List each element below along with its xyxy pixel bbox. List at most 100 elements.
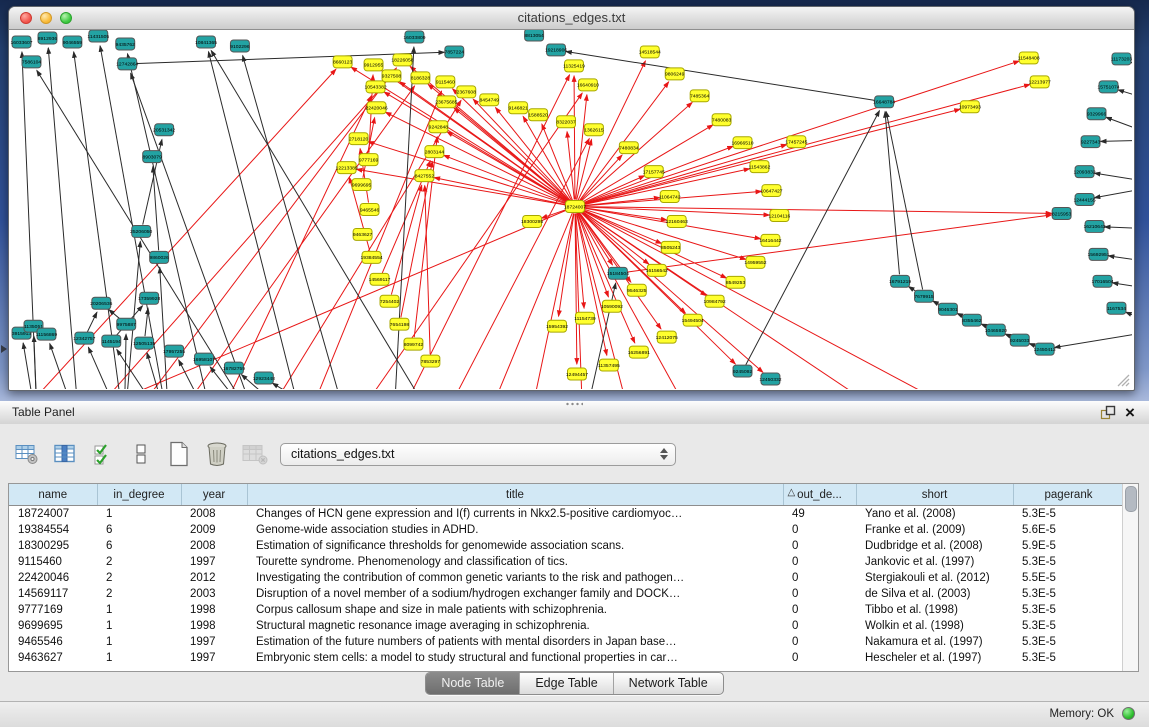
graph-node[interactable]: 7480834 [619, 142, 639, 154]
table-cell[interactable]: Franke et al. (2009) [856, 522, 1013, 538]
graph-edge[interactable] [487, 213, 572, 389]
table-cell[interactable]: 1 [97, 650, 181, 666]
graph-node[interactable]: 2718120 [349, 133, 369, 145]
table-cell[interactable]: Stergiakouli et al. (2012) [856, 570, 1013, 586]
tab-node-table[interactable]: Node Table [426, 673, 519, 694]
column-header-name[interactable]: name [9, 484, 97, 506]
graph-node[interactable]: 9777169 [359, 154, 379, 166]
graph-node[interactable]: 20531342 [153, 124, 175, 136]
table-cell[interactable]: 1997 [181, 554, 247, 570]
graph-edge[interactable] [363, 118, 375, 178]
graph-node[interactable]: 7853297 [421, 355, 441, 367]
table-cell[interactable]: 1997 [181, 650, 247, 666]
table-row[interactable]: 946554611997Estimation of the future num… [9, 634, 1124, 650]
graph-node[interactable]: 9435762 [116, 38, 136, 50]
table-cell[interactable]: 5.9E-5 [1013, 538, 1124, 554]
graph-node[interactable]: 12213977 [1029, 76, 1051, 88]
graph-node[interactable]: 7586104 [22, 56, 42, 68]
table-cell[interactable]: 5.3E-5 [1013, 506, 1124, 523]
network-canvas[interactable]: 1872400786601239912955182260589327508105… [9, 30, 1132, 389]
delete-button[interactable] [202, 439, 231, 468]
graph-node[interactable]: 11543862 [749, 161, 771, 173]
graph-node[interactable]: 8454749 [480, 94, 500, 106]
graph-node[interactable]: 12450412 [1034, 343, 1056, 355]
graph-node[interactable]: 8355462 [962, 314, 982, 326]
graph-edge[interactable] [208, 52, 302, 389]
graph-node[interactable]: 18300295 [521, 215, 543, 227]
graph-node[interactable]: 9242848 [429, 121, 449, 133]
graph-edge[interactable] [368, 142, 568, 205]
table-row[interactable]: 969969511998Structural magnetic resonanc… [9, 618, 1124, 634]
graph-edge[interactable] [1108, 256, 1132, 264]
graph-node[interactable]: 16256891 [628, 346, 650, 358]
table-cell[interactable]: 0 [783, 538, 856, 554]
table-cell[interactable]: Estimation of the future numbers of pati… [247, 634, 783, 650]
graph-edge[interactable] [1106, 117, 1132, 137]
zoom-window-button[interactable] [60, 12, 72, 24]
table-cell[interactable]: 0 [783, 554, 856, 570]
graph-edge[interactable] [272, 383, 342, 389]
graph-node[interactable]: 18226058 [391, 54, 413, 66]
table-cell[interactable]: de Silva et al. (2003) [856, 586, 1013, 602]
graph-node[interactable]: 16156542 [646, 264, 668, 276]
graph-node[interactable]: 11156869 [36, 328, 58, 340]
graph-node[interactable]: 10590092 [601, 300, 623, 312]
graph-node[interactable]: 9806249 [665, 68, 685, 80]
graph-node[interactable]: 10647427 [760, 185, 782, 197]
table-cell[interactable]: 9465546 [9, 634, 97, 650]
graph-edge[interactable] [574, 76, 575, 200]
table-cell[interactable]: Tibbo et al. (1998) [856, 602, 1013, 618]
graph-edge[interactable] [885, 112, 899, 275]
graph-node[interactable]: 9465546 [360, 204, 380, 216]
graph-edge[interactable] [582, 208, 667, 220]
graph-node[interactable]: 12093832 [1074, 166, 1096, 178]
graph-edge[interactable] [1112, 283, 1132, 290]
table-cell[interactable]: 1 [97, 602, 181, 618]
graph-node[interactable]: 9245092 [733, 365, 753, 377]
table-cell[interactable]: Disruption of a novel member of a sodium… [247, 586, 783, 602]
graph-node[interactable]: 8912936 [38, 32, 58, 44]
select-all-button[interactable] [88, 439, 117, 468]
graph-node[interactable]: 16782759 [223, 362, 245, 374]
column-header-short[interactable]: short [856, 484, 1013, 506]
table-selector-dropdown[interactable]: citations_edges.txt [280, 443, 676, 466]
table-cell[interactable]: 6 [97, 522, 181, 538]
table-cell[interactable]: 2 [97, 570, 181, 586]
window-titlebar[interactable]: citations_edges.txt [9, 7, 1134, 30]
table-row[interactable]: 946362711997Embryonic stem cells: a mode… [9, 650, 1124, 666]
close-panel-button[interactable]: × [1121, 404, 1139, 421]
graph-node[interactable]: 8322037 [556, 116, 576, 128]
graph-node[interactable]: 14569117 [369, 273, 391, 285]
graph-node[interactable]: 7480083 [712, 114, 732, 126]
graph-node[interactable]: 12923448 [253, 372, 275, 384]
graph-node[interactable]: 12450332 [759, 373, 781, 385]
graph-node[interactable]: 1167534 [1107, 302, 1126, 314]
graph-edge[interactable] [84, 83, 385, 389]
graph-node[interactable]: 15751074 [1097, 81, 1119, 93]
graph-node[interactable]: 16210643 [1083, 220, 1105, 232]
graph-node[interactable]: 15494504 [682, 314, 704, 326]
graph-edge[interactable] [1055, 330, 1132, 347]
table-row[interactable]: 1830029562008Estimation of significance … [9, 538, 1124, 554]
graph-node[interactable]: 15692951 [1087, 248, 1109, 260]
graph-node[interactable]: 9146821 [508, 102, 528, 114]
graph-node[interactable]: 19384554 [360, 251, 382, 263]
table-cell[interactable]: 2003 [181, 586, 247, 602]
table-cell[interactable]: 1998 [181, 602, 247, 618]
graph-node[interactable]: 8186328 [411, 72, 431, 84]
tab-edge-table[interactable]: Edge Table [519, 673, 612, 694]
table-scrollbar[interactable] [1122, 484, 1138, 671]
graph-node[interactable]: 8549253 [726, 276, 746, 288]
graph-edge[interactable] [886, 112, 922, 290]
graph-node[interactable]: 8215953 [1052, 208, 1072, 220]
graph-node[interactable]: 9463627 [353, 228, 373, 240]
graph-edge[interactable] [353, 93, 583, 389]
table-cell[interactable]: 2 [97, 586, 181, 602]
graph-edge[interactable] [125, 241, 141, 389]
table-row[interactable]: 1456911722003Disruption of a novel membe… [9, 586, 1124, 602]
graph-node[interactable]: 22420046 [365, 102, 387, 114]
table-row[interactable]: 1938455462009Genome-wide association stu… [9, 522, 1124, 538]
graph-node[interactable]: 16033809 [403, 31, 425, 43]
graph-node[interactable]: 1362615 [584, 124, 604, 136]
column-header-pagerank[interactable]: pagerank [1013, 484, 1124, 506]
